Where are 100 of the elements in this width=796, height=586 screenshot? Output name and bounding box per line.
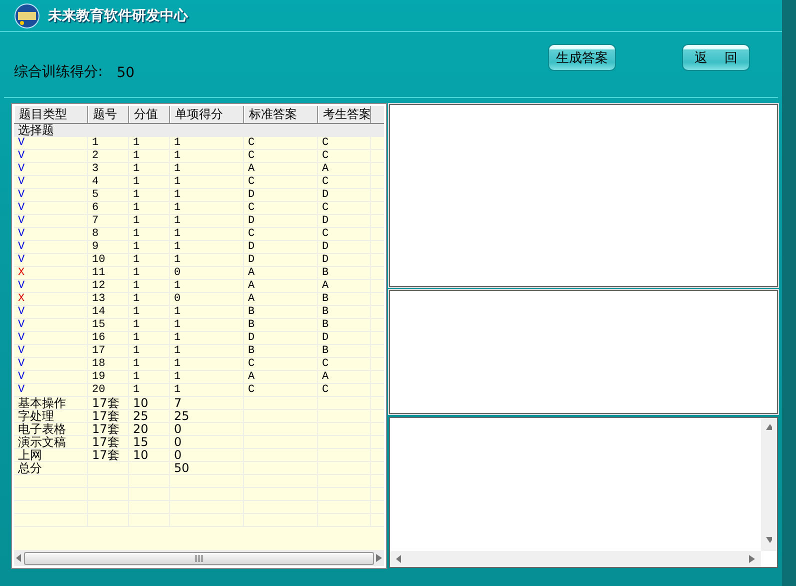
- scroll-right-icon[interactable]: [749, 555, 755, 563]
- column-header[interactable]: 考生答案: [318, 106, 371, 123]
- table-cell: A: [244, 371, 318, 384]
- table-cell: 演示文稿: [14, 436, 88, 449]
- table-cell: 1: [129, 137, 170, 150]
- scroll-right-icon[interactable]: [376, 554, 382, 562]
- column-header[interactable]: 分值: [129, 106, 170, 123]
- column-header[interactable]: 标准答案: [244, 106, 318, 123]
- window-title: 未来教育软件研发中心: [48, 6, 188, 24]
- table-cell: D: [244, 254, 318, 267]
- table-cell: A: [318, 280, 371, 293]
- table-cell: 8: [88, 228, 129, 241]
- table-cell: 10: [88, 254, 129, 267]
- table-cell: B: [318, 345, 371, 358]
- table-cell: 17套: [88, 449, 129, 462]
- table-cell: 1: [170, 137, 244, 150]
- table-cell: 1: [129, 215, 170, 228]
- table-cell: D: [244, 241, 318, 254]
- table-cell: 字处理: [14, 410, 88, 423]
- table-cell: 1: [170, 280, 244, 293]
- correct-mark: V: [14, 241, 88, 254]
- table-cell: C: [318, 150, 371, 163]
- table-cell: 1: [170, 332, 244, 345]
- correct-mark: V: [14, 228, 88, 241]
- table-cell: C: [318, 176, 371, 189]
- table-cell: 3: [88, 163, 129, 176]
- table-cell: D: [318, 215, 371, 228]
- table-cell: D: [244, 332, 318, 345]
- correct-mark: V: [14, 215, 88, 228]
- table-cell: 1: [129, 358, 170, 371]
- scroll-left-icon[interactable]: [396, 555, 402, 563]
- table-cell: 1: [170, 189, 244, 202]
- table-cell: B: [318, 306, 371, 319]
- table-cell: 1: [129, 241, 170, 254]
- column-header[interactable]: 单项得分: [170, 106, 244, 123]
- correct-mark: V: [14, 306, 88, 319]
- correct-mark: V: [14, 163, 88, 176]
- table-cell: D: [318, 241, 371, 254]
- table-cell: 1: [129, 371, 170, 384]
- correct-mark: V: [14, 202, 88, 215]
- column-header[interactable]: 题目类型: [14, 106, 88, 123]
- table-cell: 0: [170, 293, 244, 306]
- section-label: 选择题: [14, 124, 55, 137]
- table-cell: 18: [88, 358, 129, 371]
- column-header[interactable]: 题号: [88, 106, 129, 123]
- table-cell: C: [244, 137, 318, 150]
- table-cell: 7: [88, 215, 129, 228]
- generate-answer-button[interactable]: 生成答案: [548, 44, 616, 71]
- table-cell: 1: [129, 176, 170, 189]
- table-cell: 1: [170, 254, 244, 267]
- table-cell: B: [318, 319, 371, 332]
- table-cell: 11: [88, 267, 129, 280]
- logo-icon: [14, 2, 40, 28]
- table-cell: 1: [129, 150, 170, 163]
- table-cell: A: [244, 163, 318, 176]
- table-cell: 1: [170, 319, 244, 332]
- table-cell: B: [244, 345, 318, 358]
- table-cell: 1: [129, 267, 170, 280]
- table-cell: C: [244, 358, 318, 371]
- table-cell: 1: [129, 319, 170, 332]
- table-cell: 5: [88, 189, 129, 202]
- table-cell: 1: [170, 241, 244, 254]
- table-cell: 17套: [88, 436, 129, 449]
- horizontal-scrollbar[interactable]: [14, 550, 384, 566]
- scroll-up-icon[interactable]: [766, 424, 772, 432]
- table-cell: 1: [129, 306, 170, 319]
- table-cell: 0: [170, 449, 244, 462]
- table-cell: 15: [88, 319, 129, 332]
- table-cell: 10: [129, 449, 170, 462]
- table-cell: 1: [129, 384, 170, 397]
- table-cell: 1: [170, 163, 244, 176]
- table-cell: 17套: [88, 397, 129, 410]
- table-cell: C: [244, 150, 318, 163]
- wrong-mark: X: [14, 293, 88, 306]
- table-cell: 19: [88, 371, 129, 384]
- back-button[interactable]: 返 回: [682, 44, 750, 71]
- table-cell: 总分: [14, 462, 88, 475]
- scroll-left-icon[interactable]: [16, 554, 22, 562]
- table-cell: C: [318, 384, 371, 397]
- score-value: 50: [116, 65, 135, 81]
- table-cell: D: [244, 215, 318, 228]
- table-cell: 7: [170, 397, 244, 410]
- table-cell: 20: [129, 423, 170, 436]
- table-cell: 12: [88, 280, 129, 293]
- table-cell: 50: [170, 462, 244, 475]
- table-cell: 25: [170, 410, 244, 423]
- table-cell: 1: [129, 332, 170, 345]
- table-cell: 基本操作: [14, 397, 88, 410]
- table-cell: 6: [88, 202, 129, 215]
- correct-mark: V: [14, 371, 88, 384]
- scroll-down-icon[interactable]: [766, 537, 772, 545]
- table-cell: 1: [170, 306, 244, 319]
- table-cell: C: [244, 228, 318, 241]
- table-cell: 上网: [14, 449, 88, 462]
- table-cell: 1: [129, 254, 170, 267]
- wrong-mark: X: [14, 267, 88, 280]
- table-cell: C: [318, 228, 371, 241]
- table-cell: 16: [88, 332, 129, 345]
- grip-icon: [195, 554, 203, 562]
- table-cell: A: [244, 280, 318, 293]
